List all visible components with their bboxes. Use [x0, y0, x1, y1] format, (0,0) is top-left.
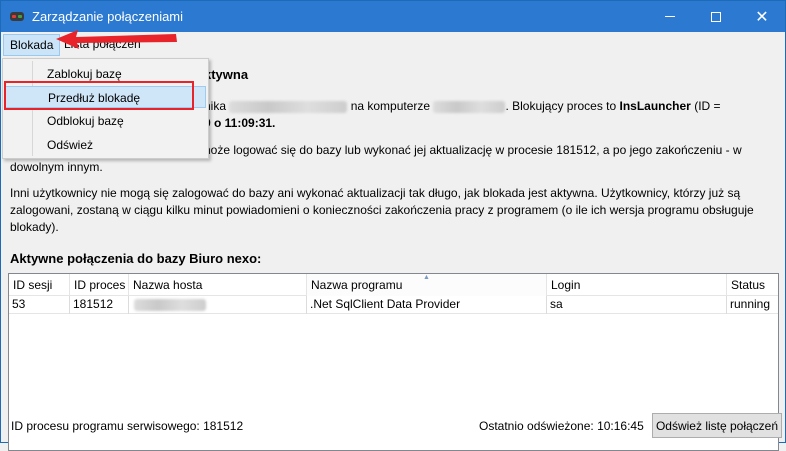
column-header-login[interactable]: Login [547, 274, 727, 296]
cell-status: running [730, 297, 771, 311]
column-header-status[interactable]: Status [727, 274, 778, 296]
minimize-icon [665, 16, 675, 17]
window-title: Zarządzanie połączeniami [32, 9, 184, 24]
last-refreshed-time: Ostatnio odświeżone: 10:16:45 [479, 419, 644, 433]
maximize-button[interactable] [693, 1, 739, 32]
close-icon: ✕ [755, 8, 769, 26]
sort-ascending-icon: ▲ [423, 274, 430, 281]
info-line-7: blokady). [10, 220, 59, 234]
cell-id-proces: 181512 [70, 296, 129, 314]
table-row[interactable]: 53 181512 .Net SqlClient Data Provider s… [9, 296, 778, 314]
menu-item-odblokuj-baze[interactable]: Odblokuj bazę [5, 110, 206, 132]
info-line-6: zalogowani, zostaną w ciągu kilku minut … [10, 203, 754, 217]
column-header-id-sesji[interactable]: ID sesji [9, 274, 70, 296]
info-line-5: Inni użytkownicy nie mogą się zalogować … [10, 186, 741, 200]
menu-item-odswiez[interactable]: Odśwież [5, 134, 206, 156]
menu-blokada[interactable]: Blokada [3, 34, 61, 56]
cell-nazwa-hosta [129, 296, 307, 314]
redacted-user [229, 100, 348, 113]
refresh-connections-button[interactable]: Odśwież listę połączeń [652, 413, 782, 438]
annotation-highlight-box [4, 81, 194, 110]
info-line-4: dowolnym innym. [10, 160, 103, 174]
annotation-arrow [56, 30, 177, 49]
lock-time-line: 9 o 11:09:31. [204, 116, 276, 130]
grid-header: ID sesji ID proces Nazwa hosta ▲ Nazwa p… [9, 274, 778, 296]
connections-grid-title: Aktywne połączenia do bazy Biuro nexo: [10, 251, 262, 266]
cell-id-sesji: 53 [9, 296, 70, 314]
redacted-computer [433, 100, 506, 113]
info-line-3: noże logować się do bazy lub wykonać jej… [204, 143, 742, 157]
column-header-nazwa-hosta[interactable]: Nazwa hosta [129, 274, 307, 296]
status-bar: ID procesu programu serwisowego: 181512 … [1, 406, 785, 442]
cell-login: sa [547, 296, 727, 314]
minimize-button[interactable] [647, 1, 693, 32]
column-header-nazwa-programu[interactable]: ▲ Nazwa programu [307, 274, 547, 296]
lock-status-heading: ktywna [204, 67, 249, 82]
main-window: Zarządzanie połączeniami ✕ Blokada Lista… [0, 0, 786, 451]
maximize-icon [711, 11, 721, 22]
redacted-host [134, 298, 206, 311]
lock-owner-line: nika na komputerze . Blokujący proces to… [204, 99, 721, 113]
title-bar: Zarządzanie połączeniami ✕ [1, 1, 785, 32]
app-icon [10, 12, 24, 21]
close-button[interactable]: ✕ [739, 1, 785, 32]
column-header-id-proces[interactable]: ID proces [70, 274, 129, 296]
service-process-id: ID procesu programu serwisowego: 181512 [11, 419, 244, 433]
cell-nazwa-programu: .Net SqlClient Data Provider [307, 296, 547, 314]
